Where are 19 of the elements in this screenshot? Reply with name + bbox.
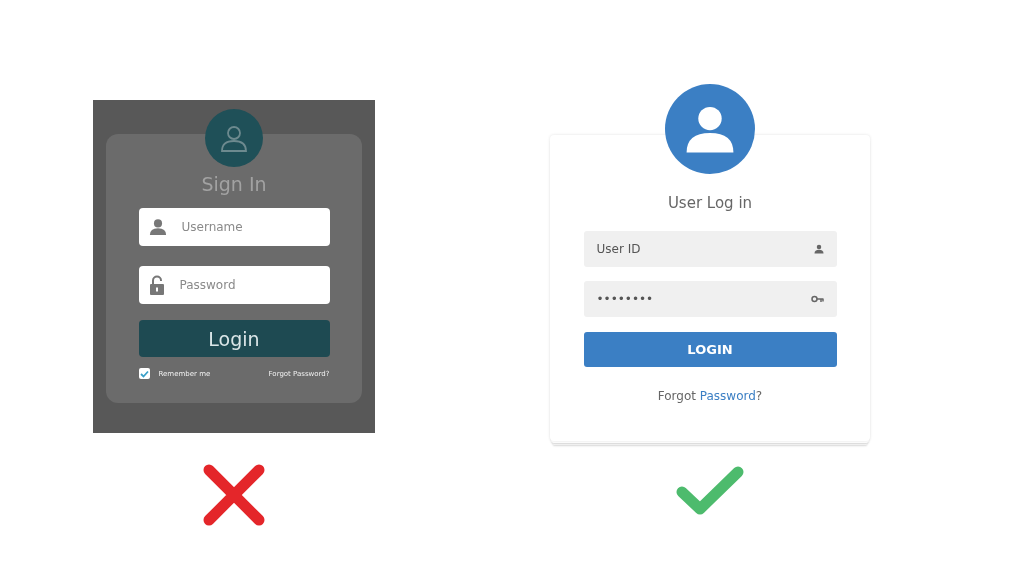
user-outline-icon [220,124,248,152]
forgot-password-text: Forgot Password? [657,389,763,403]
username-field[interactable]: Username [181,208,330,246]
form-title: User Log in [667,193,753,213]
padlock-icon [148,275,165,295]
password-input-box[interactable]: Password [138,266,330,304]
user-icon [813,244,824,254]
username-input-box[interactable]: Username [138,208,330,246]
login-button[interactable]: Login [138,320,330,357]
password-field[interactable]: Password [179,266,330,304]
key-icon [810,295,824,303]
login-button[interactable]: LOGIN [583,332,837,367]
remember-checkbox[interactable] [138,368,150,379]
cross-icon [203,464,265,526]
user-icon [148,218,167,236]
password-field[interactable]: •••••••• [596,281,811,317]
password-input-box[interactable]: •••••••• [583,281,837,317]
checkmark-icon [675,465,745,517]
password-link[interactable]: Password [699,389,756,403]
